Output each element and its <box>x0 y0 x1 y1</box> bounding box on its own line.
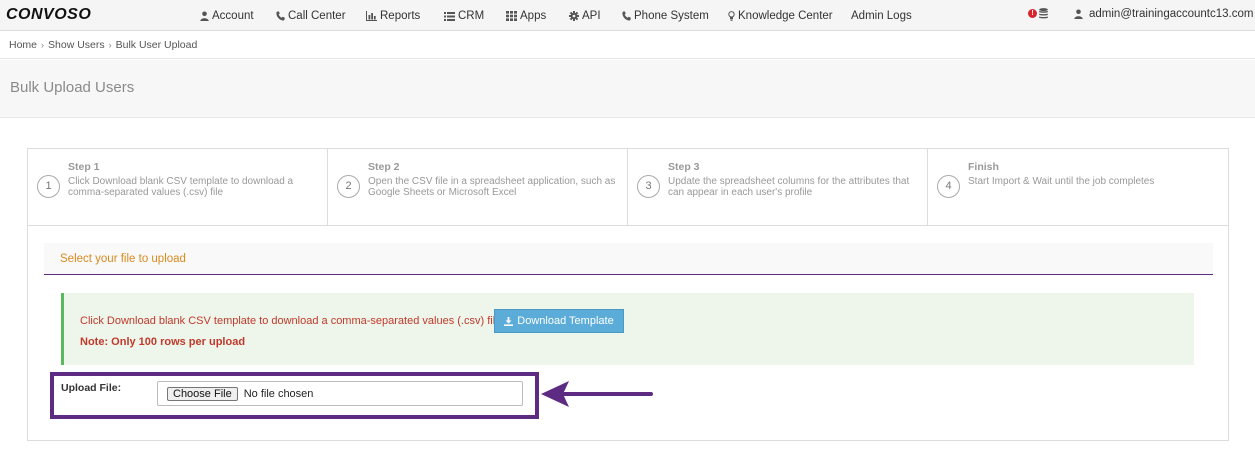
download-template-label: Download Template <box>517 315 614 327</box>
breadcrumb: Home › Show Users › Bulk User Upload <box>0 32 1255 59</box>
nav-call-center-label: Call Center <box>288 10 346 22</box>
step-description: Start Import & Wait until the job comple… <box>968 176 1155 187</box>
top-navbar: CONVOSO Account Call Center Reports CRM … <box>0 0 1255 31</box>
step-title: Step 3 <box>668 161 700 173</box>
nav-call-center[interactable]: Call Center <box>276 8 346 24</box>
step-3: 3 Step 3 Update the spreadsheet columns … <box>628 149 928 225</box>
nav-account-label: Account <box>212 10 254 22</box>
chevron-right-icon: › <box>41 40 45 50</box>
row-limit-note: Note: Only 100 rows per upload <box>80 336 246 348</box>
step-description: Update the spreadsheet columns for the a… <box>668 176 910 198</box>
choose-file-button[interactable]: Choose File <box>167 386 238 401</box>
nav-admin-logs-label: Admin Logs <box>851 10 912 22</box>
nav-api-label: API <box>582 10 601 22</box>
page-title: Bulk Upload Users <box>10 79 135 96</box>
step-2: 2 Step 2 Open the CSV file in a spreadsh… <box>328 149 628 225</box>
nav-phone-system-label: Phone System <box>634 10 709 22</box>
breadcrumb-current: Bulk User Upload <box>115 39 198 51</box>
phone-icon <box>622 11 631 21</box>
nav-knowledge-center[interactable]: Knowledge Center <box>728 8 833 24</box>
file-status-text: No file chosen <box>243 387 314 400</box>
user-icon <box>1074 9 1083 19</box>
nav-reports[interactable]: Reports <box>366 8 420 24</box>
step-number: 3 <box>637 175 660 198</box>
step-number: 4 <box>937 175 960 198</box>
step-finish: 4 Finish Start Import & Wait until the j… <box>928 149 1228 225</box>
nav-crm[interactable]: CRM <box>444 8 484 24</box>
user-menu[interactable]: admin@trainingaccountc13.com <box>1074 8 1253 20</box>
step-title: Step 1 <box>68 161 100 173</box>
lightbulb-icon <box>728 11 735 21</box>
breadcrumb-home[interactable]: Home <box>9 39 37 51</box>
upload-section-header: Select your file to upload <box>44 243 1213 275</box>
phone-icon <box>276 11 285 21</box>
gear-icon <box>569 11 579 21</box>
step-title: Finish <box>968 161 999 173</box>
user-icon <box>200 11 209 21</box>
list-icon <box>444 11 455 21</box>
steps-wizard: 1 Step 1 Click Download blank CSV templa… <box>28 149 1228 226</box>
download-icon <box>504 316 514 326</box>
template-info-alert: Click Download blank CSV template to dow… <box>61 293 1194 365</box>
nav-apps[interactable]: Apps <box>506 8 546 24</box>
file-upload-input[interactable]: Choose File No file chosen <box>157 381 523 406</box>
user-email: admin@trainingaccountc13.com <box>1089 8 1254 20</box>
step-1: 1 Step 1 Click Download blank CSV templa… <box>28 149 328 225</box>
step-description: Open the CSV file in a spreadsheet appli… <box>368 176 616 198</box>
bar-chart-icon <box>366 11 377 21</box>
step-title: Step 2 <box>368 161 400 173</box>
chevron-right-icon: › <box>108 40 112 50</box>
page-header: Bulk Upload Users <box>0 60 1255 118</box>
nav-admin-logs[interactable]: Admin Logs <box>851 8 912 24</box>
database-icon[interactable] <box>1039 8 1048 19</box>
step-description: Click Download blank CSV template to dow… <box>68 176 294 198</box>
app-logo[interactable]: CONVOSO <box>6 6 91 24</box>
nav-reports-label: Reports <box>380 10 421 22</box>
nav-account[interactable]: Account <box>200 8 254 24</box>
template-info-text: Click Download blank CSV template to dow… <box>80 315 502 327</box>
alert-icon[interactable]: ! <box>1028 9 1037 18</box>
nav-crm-label: CRM <box>458 10 485 22</box>
step-number: 1 <box>37 175 60 198</box>
breadcrumb-show-users[interactable]: Show Users <box>48 39 105 51</box>
step-number: 2 <box>337 175 360 198</box>
arrow-left-icon <box>541 381 653 407</box>
download-template-button[interactable]: Download Template <box>494 309 624 333</box>
grid-icon <box>506 11 517 21</box>
upload-section-heading: Select your file to upload <box>60 253 186 265</box>
nav-api[interactable]: API <box>569 8 601 24</box>
nav-knowledge-center-label: Knowledge Center <box>738 10 833 22</box>
upload-file-label: Upload File: <box>61 382 122 394</box>
nav-apps-label: Apps <box>520 10 547 22</box>
nav-phone-system[interactable]: Phone System <box>622 8 709 24</box>
